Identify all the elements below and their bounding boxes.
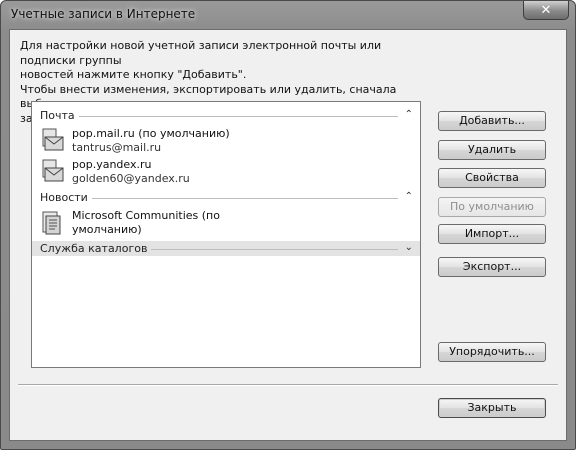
group-header-mail[interactable]: Почта ⌃ bbox=[32, 108, 420, 124]
group-header-directory[interactable]: Служба каталогов ⌄ bbox=[32, 241, 420, 256]
collapse-chevron-icon[interactable]: ⌃ bbox=[405, 109, 413, 120]
mail-account-icon bbox=[42, 159, 64, 182]
accounts-dialog: Учетные записи в Интернете ✕ Для настрой… bbox=[0, 0, 576, 450]
window-title: Учетные записи в Интернете bbox=[11, 7, 196, 21]
export-button[interactable]: Экспорт... bbox=[438, 257, 546, 277]
mail-account-icon bbox=[42, 128, 64, 151]
properties-button[interactable]: Свойства bbox=[438, 168, 546, 188]
footer-divider bbox=[18, 384, 558, 386]
import-button[interactable]: Импорт... bbox=[438, 224, 546, 244]
account-name: pop.mail.ru (по умолчанию) bbox=[72, 127, 230, 140]
list-item-mail-account[interactable]: pop.mail.ru (по умолчанию) tantrus@mail.… bbox=[42, 125, 412, 157]
account-name-continued: умолчанию) bbox=[72, 223, 142, 236]
account-name: Microsoft Communities (по bbox=[72, 209, 220, 222]
account-email: golden60@yandex.ru bbox=[72, 172, 190, 185]
close-window-button[interactable]: ✕ bbox=[523, 1, 569, 20]
news-account-icon bbox=[42, 211, 61, 235]
accounts-list[interactable]: Почта ⌃ pop.mail.ru (по умолчанию) tantr… bbox=[31, 101, 421, 368]
account-email: tantrus@mail.ru bbox=[72, 141, 162, 154]
order-button[interactable]: Упорядочить... bbox=[438, 342, 546, 362]
list-item-news-account[interactable]: Microsoft Communities (по умолчанию) bbox=[42, 207, 412, 239]
group-divider bbox=[40, 198, 398, 199]
list-item-mail-account[interactable]: pop.yandex.ru golden60@yandex.ru bbox=[42, 156, 412, 188]
dialog-body: Для настройки новой учетной записи элект… bbox=[9, 29, 567, 441]
remove-button[interactable]: Удалить bbox=[438, 140, 546, 160]
set-default-button[interactable]: По умолчанию bbox=[438, 197, 546, 217]
group-label-mail: Почта bbox=[40, 109, 79, 122]
expand-chevron-icon[interactable]: ⌄ bbox=[405, 242, 413, 253]
close-icon: ✕ bbox=[540, 2, 552, 18]
group-label-news: Новости bbox=[40, 191, 92, 204]
group-label-directory: Служба каталогов bbox=[40, 242, 152, 255]
collapse-chevron-icon[interactable]: ⌃ bbox=[405, 191, 413, 202]
group-header-news[interactable]: Новости ⌃ bbox=[32, 190, 420, 206]
group-divider bbox=[40, 116, 398, 117]
account-name: pop.yandex.ru bbox=[72, 158, 152, 171]
add-button[interactable]: Добавить... bbox=[438, 111, 546, 131]
close-button[interactable]: Закрыть bbox=[438, 398, 546, 418]
